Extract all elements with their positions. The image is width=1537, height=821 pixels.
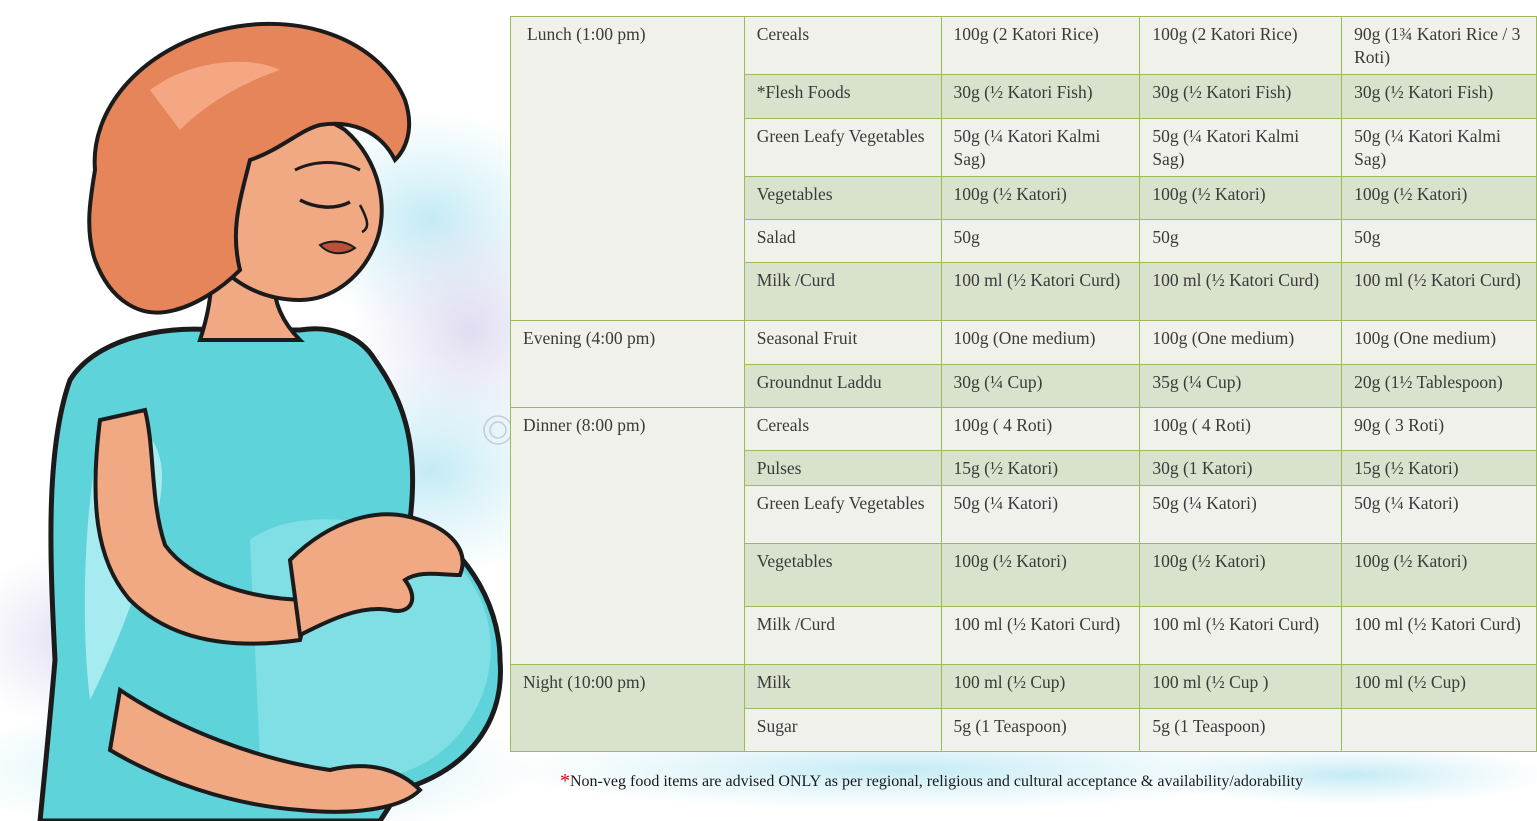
table-row: Lunch (1:00 pm) Cereals 100g (2 Katori R…: [510, 16, 1537, 321]
quantity-cell: 30g (½ Katori Fish): [1341, 74, 1537, 119]
quantity-cell: 50g (¼ Katori Kalmi Sag): [940, 118, 1141, 177]
food-item: Seasonal Fruit: [743, 320, 942, 365]
quantity-cell: 100 ml (½ Katori Curd): [1341, 262, 1537, 321]
table-row: Evening (4:00 pm) Seasonal Fruit 100g (O…: [510, 320, 1537, 408]
quantity-cell: 50g (¼ Katori Kalmi Sag): [1139, 118, 1343, 177]
quantity-cell: 5g (1 Teaspoon): [940, 708, 1141, 752]
food-item: Milk /Curd: [743, 262, 942, 321]
quantity-cell: 100g ( 4 Roti): [1139, 407, 1343, 451]
quantity-cell: 50g (¼ Katori): [1139, 485, 1343, 544]
quantity-cell: 100 ml (½ Cup ): [1139, 664, 1343, 709]
diet-chart-table: Lunch (1:00 pm) Cereals 100g (2 Katori R…: [510, 16, 1537, 752]
food-item: Green Leafy Vegetables: [743, 118, 942, 177]
quantity-cell: 15g (½ Katori): [1341, 450, 1537, 486]
quantity-cell: 15g (½ Katori): [940, 450, 1141, 486]
food-item: Green Leafy Vegetables: [743, 485, 942, 544]
quantity-cell: 30g (1 Katori): [1139, 450, 1343, 486]
food-item: Pulses: [743, 450, 942, 486]
footnote-asterisk: *: [560, 770, 570, 792]
table-row: Night (10:00 pm) Milk 100 ml (½ Cup) 100…: [510, 664, 1537, 752]
quantity-cell: 90g (1¾ Katori Rice / 3 Roti): [1341, 16, 1537, 75]
quantity-cell: 20g (1½ Tablespoon): [1341, 364, 1537, 408]
quantity-cell: 30g (½ Katori Fish): [1139, 74, 1343, 119]
quantity-cell: 100g (½ Katori): [940, 543, 1141, 607]
quantity-cell: 100 ml (½ Katori Curd): [1139, 606, 1343, 665]
quantity-cell: 100 ml (½ Cup): [1341, 664, 1537, 709]
quantity-cell: 100g (½ Katori): [1139, 543, 1343, 607]
quantity-cell: 100 ml (½ Katori Curd): [940, 606, 1141, 665]
food-item: Salad: [743, 219, 942, 263]
quantity-cell: 100g (½ Katori): [1341, 176, 1537, 220]
quantity-cell: 30g (¼ Cup): [940, 364, 1141, 408]
table-row: Dinner (8:00 pm) Cereals 100g ( 4 Roti) …: [510, 407, 1537, 665]
quantity-cell: 100g (½ Katori): [1341, 543, 1537, 607]
footnote: *Non-veg food items are advised ONLY as …: [560, 770, 1303, 793]
food-item: Sugar: [743, 708, 942, 752]
quantity-cell: 100 ml (½ Cup): [940, 664, 1141, 709]
quantity-cell: 100 ml (½ Katori Curd): [1139, 262, 1343, 321]
food-item: Cereals: [743, 16, 942, 75]
quantity-cell: 50g: [940, 219, 1141, 263]
footnote-text: Non-veg food items are advised ONLY as p…: [570, 773, 1304, 790]
quantity-cell: 100g (One medium): [1139, 320, 1343, 365]
quantity-cell: 90g ( 3 Roti): [1341, 407, 1537, 451]
food-item: Cereals: [743, 407, 942, 451]
quantity-cell: 100g (One medium): [1341, 320, 1537, 365]
food-item: Groundnut Laddu: [743, 364, 942, 408]
food-item: *Flesh Foods: [743, 74, 942, 119]
food-item: Milk: [743, 664, 942, 709]
quantity-cell: 100 ml (½ Katori Curd): [940, 262, 1141, 321]
food-item: Vegetables: [743, 543, 942, 607]
food-item: Vegetables: [743, 176, 942, 220]
quantity-cell: 50g (¼ Katori): [940, 485, 1141, 544]
quantity-cell: 50g (¼ Katori): [1341, 485, 1537, 544]
quantity-cell: 50g (¼ Katori Kalmi Sag): [1341, 118, 1537, 177]
quantity-cell: 100g (One medium): [940, 320, 1141, 365]
quantity-cell: 100g (2 Katori Rice): [940, 16, 1141, 75]
quantity-cell: 100g (½ Katori): [1139, 176, 1343, 220]
quantity-cell: 30g (½ Katori Fish): [940, 74, 1141, 119]
meal-dinner: Dinner (8:00 pm): [510, 407, 745, 665]
meal-lunch: Lunch (1:00 pm): [510, 16, 745, 321]
quantity-cell: 50g: [1139, 219, 1343, 263]
meal-night: Night (10:00 pm): [510, 664, 745, 752]
quantity-cell: 100g (2 Katori Rice): [1139, 16, 1343, 75]
meal-evening: Evening (4:00 pm): [510, 320, 745, 408]
quantity-cell: 35g (¼ Cup): [1139, 364, 1343, 408]
quantity-cell: 100 ml (½ Katori Curd): [1341, 606, 1537, 665]
quantity-cell: 5g (1 Teaspoon): [1139, 708, 1343, 752]
quantity-cell: [1341, 708, 1537, 752]
quantity-cell: 100g ( 4 Roti): [940, 407, 1141, 451]
quantity-cell: 50g: [1341, 219, 1537, 263]
food-item: Milk /Curd: [743, 606, 942, 665]
quantity-cell: 100g (½ Katori): [940, 176, 1141, 220]
